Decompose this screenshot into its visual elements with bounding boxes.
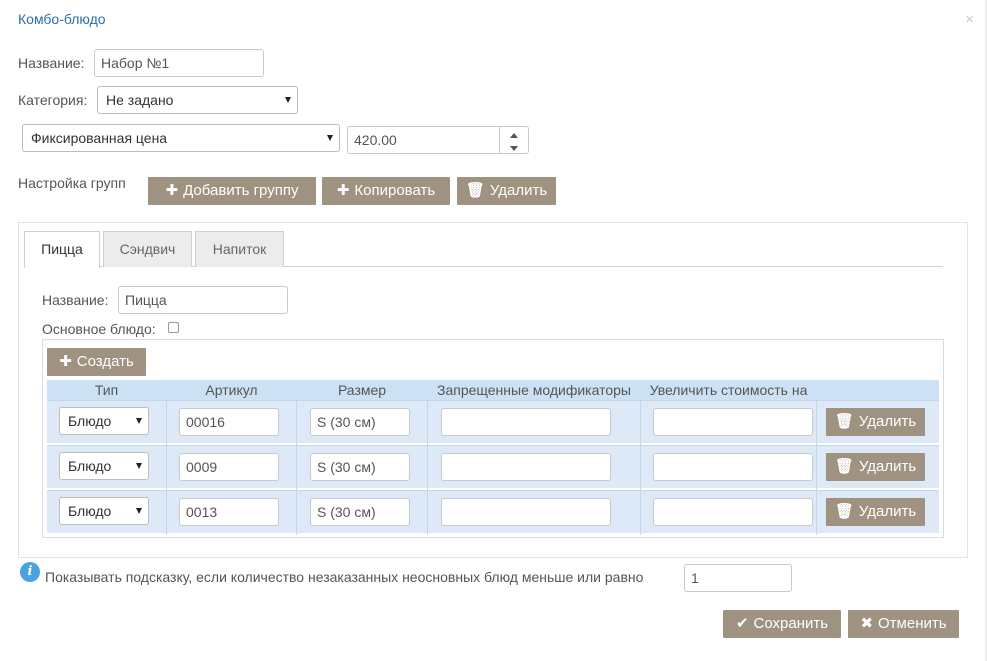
add-group-button[interactable]: ✚ Добавить группу [148, 177, 316, 205]
chevron-down-icon [327, 135, 333, 141]
check-icon: ✔ [735, 615, 749, 632]
row-size-input[interactable]: S (30 см) [310, 498, 410, 526]
group-name-input[interactable]: Пицца [118, 286, 288, 314]
category-label: Категория: [18, 92, 88, 108]
group-name-label: Название: [42, 292, 109, 308]
tab-pizza[interactable]: Пицца [24, 231, 100, 268]
row-type-select[interactable]: Блюдо [59, 452, 149, 480]
hint-text: Показывать подсказку, если количество не… [45, 569, 644, 585]
delete-group-label: Удалить [489, 182, 548, 199]
add-group-label: Добавить группу [183, 182, 299, 199]
chevron-down-icon [136, 508, 142, 514]
info-icon: i [20, 562, 40, 582]
col-divider [296, 400, 297, 535]
save-button[interactable]: ✔ Сохранить [723, 610, 841, 638]
row-increase-input[interactable] [653, 453, 813, 481]
row-delete-button[interactable]: 🗑 Удалить [826, 453, 925, 481]
spin-up-icon[interactable] [510, 133, 518, 138]
row-size-input[interactable]: S (30 см) [310, 453, 410, 481]
row-article-input[interactable]: 0009 [179, 453, 279, 481]
trash-icon: 🗑 [465, 182, 485, 199]
price-spinner[interactable] [499, 127, 527, 153]
col-header-type: Тип [94, 382, 119, 398]
row-delete-label: Удалить [858, 458, 917, 475]
row-article-input[interactable]: 00016 [179, 408, 279, 436]
category-select-value: Не задано [106, 92, 174, 108]
row-size-input[interactable]: S (30 см) [310, 408, 410, 436]
tab-sandwich[interactable]: Сэндвич [103, 231, 192, 267]
copy-group-button[interactable]: ✚ Копировать [322, 177, 450, 205]
plus-icon: ✚ [336, 182, 350, 199]
spin-down-icon[interactable] [510, 146, 518, 151]
name-input[interactable]: Набор №1 [94, 49, 264, 77]
price-type-select-value: Фиксированная цена [31, 130, 168, 146]
delete-group-button[interactable]: 🗑 Удалить [457, 177, 556, 205]
row-type-select[interactable]: Блюдо [59, 497, 149, 525]
col-header-size: Размер [337, 382, 387, 398]
cancel-label: Отменить [878, 615, 947, 632]
price-type-select[interactable]: Фиксированная цена [22, 124, 340, 152]
close-icon: ✖ [860, 615, 874, 632]
col-header-increase: Увеличить стоимость на [649, 382, 808, 398]
trash-icon: 🗑 [834, 413, 854, 430]
chevron-down-icon [136, 463, 142, 469]
plus-icon: ✚ [165, 182, 179, 199]
row-delete-label: Удалить [858, 503, 917, 520]
row-forbidden-input[interactable] [441, 453, 611, 481]
dialog-title: Комбо-блюдо [18, 11, 106, 27]
create-item-button[interactable]: ✚ Создать [47, 348, 146, 376]
tab-drink[interactable]: Напиток [195, 231, 284, 267]
row-type-value: Блюдо [68, 413, 112, 429]
hint-threshold-input[interactable]: 1 [684, 564, 792, 592]
col-divider [816, 400, 817, 535]
col-divider [166, 400, 167, 535]
row-increase-input[interactable] [653, 408, 813, 436]
copy-group-label: Копировать [354, 182, 436, 199]
row-type-select[interactable]: Блюдо [59, 407, 149, 435]
col-header-forbidden: Запрещенные модификаторы [437, 382, 631, 398]
chevron-down-icon [285, 97, 291, 103]
row-delete-label: Удалить [858, 413, 917, 430]
row-increase-input[interactable] [653, 498, 813, 526]
trash-icon: 🗑 [834, 503, 854, 520]
row-type-value: Блюдо [68, 458, 112, 474]
main-dish-checkbox[interactable] [168, 322, 179, 333]
main-dish-label: Основное блюдо: [42, 321, 156, 337]
row-forbidden-input[interactable] [441, 498, 611, 526]
col-divider [427, 400, 428, 535]
plus-icon: ✚ [59, 353, 72, 370]
cancel-button[interactable]: ✖ Отменить [848, 610, 959, 638]
row-delete-button[interactable]: 🗑 Удалить [826, 498, 925, 526]
row-type-value: Блюдо [68, 503, 112, 519]
chevron-down-icon [136, 418, 142, 424]
row-article-input[interactable]: 0013 [179, 498, 279, 526]
close-icon[interactable]: × [965, 12, 974, 27]
price-value: 420.00 [354, 132, 397, 148]
save-label: Сохранить [753, 615, 829, 632]
dialog-header [0, 0, 987, 40]
col-divider [640, 400, 641, 535]
trash-icon: 🗑 [834, 458, 854, 475]
name-label: Название: [18, 55, 85, 71]
category-select[interactable]: Не задано [97, 86, 298, 114]
groups-label: Настройка групп [18, 175, 126, 191]
row-forbidden-input[interactable] [441, 408, 611, 436]
row-delete-button[interactable]: 🗑 Удалить [826, 408, 925, 436]
col-header-article: Артикул [205, 382, 258, 398]
create-item-label: Создать [76, 353, 134, 370]
